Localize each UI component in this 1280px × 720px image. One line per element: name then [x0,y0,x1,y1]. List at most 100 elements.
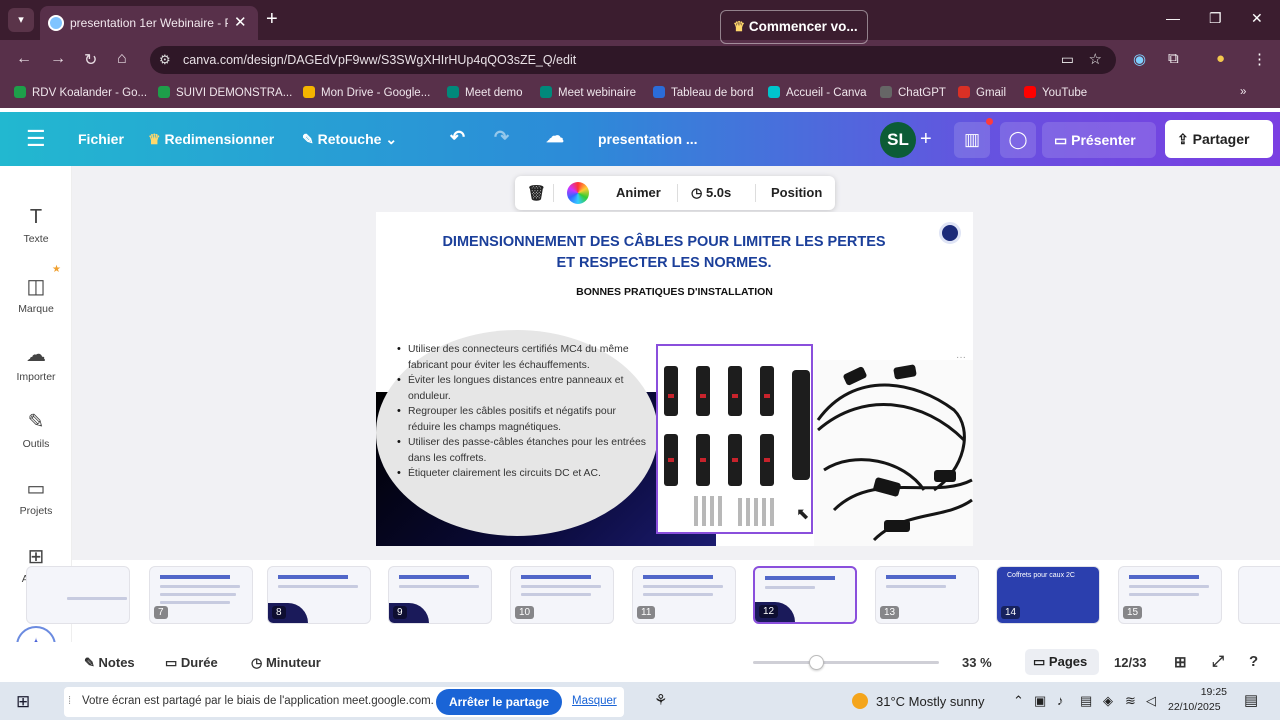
sidebar-item-projects[interactable]: ▭ Projets [0,476,72,517]
wifi-icon[interactable]: ≋ [1125,693,1136,709]
avatar[interactable]: SL [880,122,916,158]
document-title[interactable]: presentation ... [598,131,698,147]
tab-search-button[interactable]: ▾ [8,8,34,32]
page-thumbnail-current[interactable]: 12 [753,566,857,624]
site-info-icon[interactable]: ⚙ [159,52,171,68]
main-menu-icon[interactable]: ☰ [26,126,46,152]
insights-icon[interactable]: ▥ [954,122,990,158]
extension-color-icon[interactable]: ◉ [1133,50,1146,68]
extensions-icon[interactable]: ⧉ [1168,50,1179,67]
weather-widget[interactable]: 31°C Mostly sunny [852,693,985,709]
mc4-connectors-image[interactable] [656,344,813,534]
file-menu[interactable]: Fichier [78,131,124,147]
retouch-menu[interactable]: ✎ Retouche ⌄ [302,131,397,148]
cloud-save-icon[interactable]: ☁ [546,126,564,147]
cast-icon[interactable]: ▭ [1061,51,1074,68]
page-thumbnail[interactable]: 7 [149,566,253,624]
slide-title-line1[interactable]: DIMENSIONNEMENT DES CÂBLES POUR LIMITER … [376,234,952,250]
share-button[interactable]: ⇪ Partager [1165,120,1273,158]
page-thumbnail[interactable] [1238,566,1280,624]
start-trial-button[interactable]: ♛ Commencer vo... [720,10,868,44]
drag-handle-icon[interactable]: ⁞ [68,695,71,707]
delete-icon[interactable]: 🗑 [527,184,546,202]
page-counter[interactable]: 12/33 [1114,655,1147,670]
microphone-icon[interactable]: ♪ [1057,693,1064,708]
page-thumbnail[interactable]: 8 [267,566,371,624]
browser-menu-icon[interactable]: ⋮ [1252,50,1267,68]
notifications-icon[interactable]: ▤ [1244,691,1258,709]
more-options-icon[interactable]: ··· [956,352,966,363]
back-icon[interactable]: ← [16,50,32,68]
hide-link[interactable]: Masquer [572,695,617,707]
slide-title-line2[interactable]: ET RESPECTER LES NORMES. [376,255,952,271]
volume-icon[interactable]: ◁ [1146,693,1156,709]
zoom-slider[interactable] [753,655,939,670]
slide-subtitle[interactable]: BONNES PRATIQUES D'INSTALLATION [376,286,973,298]
help-icon[interactable]: ? [1249,653,1258,670]
pages-button[interactable]: ▭ Pages [1025,649,1099,675]
tray-app-icon[interactable]: ▣ [1034,693,1046,709]
clock-date[interactable]: 22/10/2025 [1168,701,1221,713]
bookmark-item[interactable]: ChatGPT [880,86,946,99]
page-thumbnail[interactable]: 11 [632,566,736,624]
page-thumbnail[interactable]: 9 [388,566,492,624]
clock-time[interactable]: 19:25 [1183,686,1227,698]
bullet-list[interactable]: Utiliser des connecteurs certifiés MC4 d… [396,342,646,482]
sidebar-item-tools[interactable]: ✎ Outils [0,409,72,450]
bookmark-item[interactable]: Meet demo [447,86,523,99]
reload-icon[interactable]: ↻ [84,50,97,70]
bookmark-item[interactable]: Meet webinaire [540,86,636,99]
page-thumbnail[interactable]: 15 [1118,566,1222,624]
stop-sharing-button[interactable]: Arrêter le partage [436,689,562,715]
present-button[interactable]: ▭ Présenter [1042,122,1156,158]
restore-icon[interactable]: ❐ [1209,10,1222,27]
active-tab[interactable]: presentation 1er Webinaire - P ✕ [40,6,258,40]
duration-button[interactable]: ◷ 5.0s [691,185,731,201]
redo-icon[interactable]: ↷ [494,127,509,148]
sidebar-item-brand[interactable]: ◫ Marque [0,274,72,315]
fullscreen-icon[interactable]: ⤢ [1212,653,1224,670]
bookmark-item[interactable]: Accueil - Canva [768,86,867,99]
forward-icon[interactable]: → [50,50,66,68]
zoom-level[interactable]: 33 % [962,655,992,670]
page-thumbnail[interactable]: 10 [510,566,614,624]
url-bar[interactable]: ⚙ canva.com/design/DAGEdVpF9ww/S3SWgXHIr… [150,46,1116,74]
bookmark-item[interactable]: Mon Drive - Google... [303,86,430,99]
add-collaborator-icon[interactable]: + [920,128,932,151]
y-cable-image[interactable] [814,360,973,546]
taskbar-app-icon[interactable]: ⚘ [654,691,667,709]
resize-button[interactable]: ♛ Redimensionner [148,131,274,148]
windows-start-icon[interactable]: ⊞ [16,692,30,712]
sidebar-item-text[interactable]: T Texte [0,206,72,245]
bookmark-item[interactable]: Tableau de bord [653,86,753,99]
tray-chevron-icon[interactable]: ⌃ [1013,693,1024,709]
zoom-slider-handle[interactable] [809,655,824,670]
page-thumbnail[interactable]: 13 [875,566,979,624]
tab-close-icon[interactable]: ✕ [234,13,247,31]
notes-button[interactable]: ✎ Notes [84,655,135,671]
minimize-icon[interactable]: — [1166,10,1180,26]
more-bookmarks-icon[interactable]: » [1240,86,1246,98]
url-text[interactable]: canva.com/design/DAGEdVpF9ww/S3SWgXHIrHU… [183,53,576,67]
bookmark-item[interactable]: RDV Koalander - Go... [14,86,147,99]
profile-icon[interactable]: ● [1216,50,1225,67]
animate-button[interactable]: Animer [616,185,661,200]
window-close-icon[interactable]: ✕ [1251,10,1263,27]
home-icon[interactable]: ⌂ [117,50,127,68]
color-wheel-icon[interactable] [567,182,589,204]
duration-button[interactable]: ▭ Durée [165,655,218,671]
grid-view-icon[interactable]: ⊞ [1174,653,1187,671]
timer-button[interactable]: ◷ Minuteur [251,655,321,671]
slide[interactable]: DIMENSIONNEMENT DES CÂBLES POUR LIMITER … [376,212,973,546]
bookmark-item[interactable]: YouTube [1024,86,1087,99]
position-button[interactable]: Position [771,185,822,200]
bookmark-item[interactable]: Gmail [958,86,1006,99]
comments-icon[interactable]: ◯ [1000,122,1036,158]
page-thumbnail[interactable]: Coffrets pour caux 2C 14 [996,566,1100,624]
page-thumbnail[interactable] [26,566,130,624]
tray-app-icon[interactable]: ◈ [1103,693,1113,709]
bookmark-star-icon[interactable]: ☆ [1089,50,1102,68]
sidebar-item-upload[interactable]: ☁ Importer [0,342,72,383]
undo-icon[interactable]: ↶ [450,127,465,148]
company-logo[interactable] [939,222,961,244]
